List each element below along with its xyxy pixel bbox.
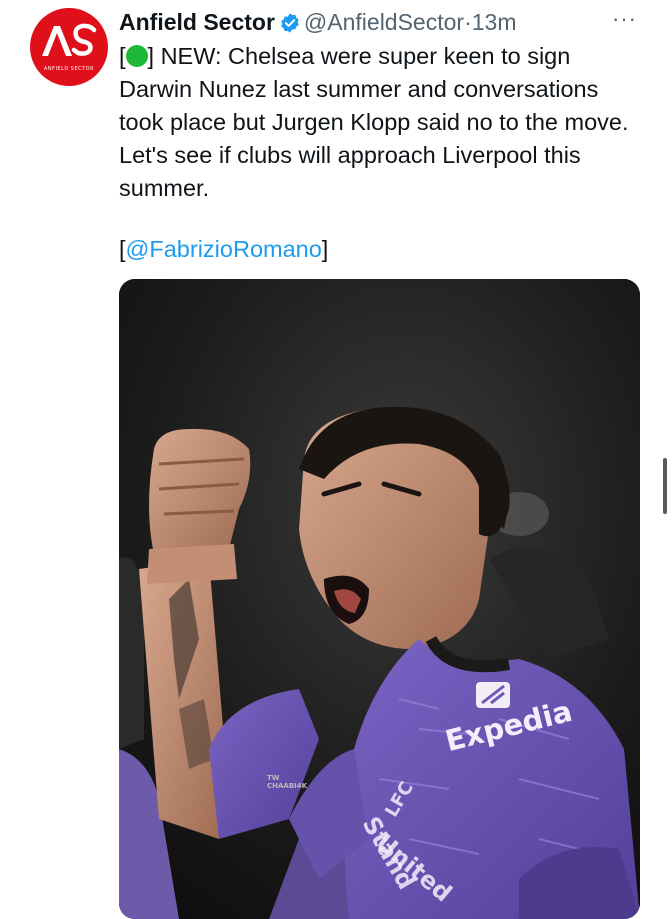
tweet-photo[interactable]: TW CHAABI4K Expedia LFC Stand United: [119, 279, 640, 919]
bracket-open: [: [119, 43, 126, 69]
watermark-line-1: TW: [267, 774, 280, 782]
scrollbar-thumb[interactable]: [663, 458, 667, 514]
source-bracket-close: ]: [321, 236, 329, 262]
watermark-line-2: CHAABI4K: [267, 782, 308, 790]
tweet-header: Anfield Sector @AnfieldSector·13m: [119, 8, 517, 36]
author-name[interactable]: Anfield Sector: [119, 9, 275, 35]
source-line: [@FabrizioRomano]: [119, 233, 328, 266]
more-options-icon[interactable]: ···: [612, 6, 637, 32]
photo-watermark: TW CHAABI4K: [267, 774, 307, 790]
avatar-subtext: ANFIELD SECTOR: [43, 66, 95, 72]
timestamp[interactable]: 13m: [472, 9, 517, 35]
tweet-body: ] NEW: Chelsea were super keen to sign D…: [119, 43, 629, 201]
separator: ·: [464, 9, 472, 35]
avatar[interactable]: ANFIELD SECTOR: [30, 8, 108, 86]
green-circle-emoji-icon: [125, 45, 148, 67]
tweet-text: [] NEW: Chelsea were super keen to sign …: [119, 40, 649, 205]
verified-badge-icon: [281, 13, 299, 33]
author-handle[interactable]: @AnfieldSector: [304, 9, 464, 35]
mention-link[interactable]: @FabrizioRomano: [126, 236, 322, 262]
anfield-sector-logo: [42, 23, 97, 56]
